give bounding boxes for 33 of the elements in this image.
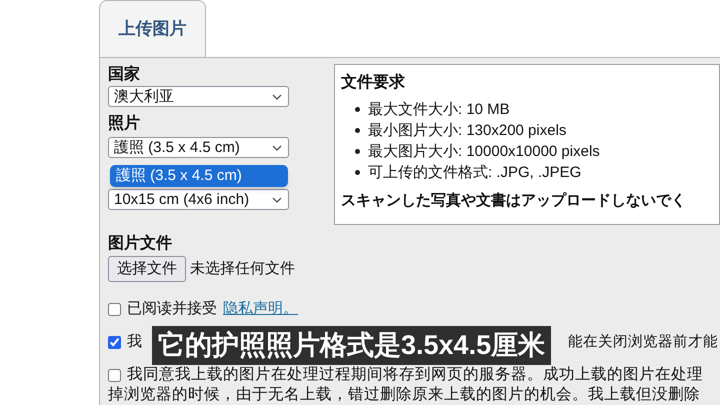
- bullet-icon: [355, 107, 360, 112]
- bullet-icon: [355, 149, 360, 154]
- dropdown-option[interactable]: 護照 (3.5 x 4.5 cm): [110, 165, 288, 187]
- bullet-icon: [355, 170, 360, 175]
- chevron-down-icon: [272, 94, 282, 100]
- bullet-icon: [355, 128, 360, 133]
- checkbox[interactable]: [108, 369, 121, 382]
- chevron-down-icon: [272, 144, 282, 150]
- checkbox[interactable]: [108, 336, 121, 349]
- consent-line: 我同意我上载的图片在处理过程期间将存到网页的服务器。成功上载的图片在处理: [127, 365, 703, 385]
- requirements-title: 文件要求: [341, 73, 406, 93]
- country-select[interactable]: 澳大利亚: [108, 86, 289, 107]
- consent-line: 掉浏览器的时候，由于无名上载，错过删除原来上载的图片的机会。我上载但没删除: [108, 385, 700, 405]
- choose-file-button[interactable]: 选择文件: [108, 256, 186, 282]
- file-status: 未选择任何文件: [190, 258, 295, 279]
- field-label: 照片: [108, 114, 141, 134]
- print-size-select[interactable]: 10x15 cm (4x6 inch): [108, 189, 289, 210]
- subtitle-caption: 它的护照照片格式是3.5x4.5厘米: [152, 326, 552, 365]
- privacy-link[interactable]: 隐私声明。: [223, 299, 298, 319]
- consent-text: 能在关闭浏览器前才能: [568, 333, 718, 352]
- consent-text: 我: [127, 332, 142, 352]
- chevron-down-icon: [272, 196, 282, 202]
- requirement-item: 最大图片大小: 10000x10000 pixels: [368, 142, 600, 162]
- field-label: 图片文件: [108, 233, 173, 254]
- consent-label: 已阅读并接受: [127, 299, 217, 319]
- requirement-item: 最大文件大小: 10 MB: [368, 100, 510, 120]
- photo-select[interactable]: 護照 (3.5 x 4.5 cm): [108, 137, 289, 158]
- upload-tab[interactable]: 上传图片: [99, 0, 206, 57]
- requirement-item: 最小图片大小: 130x200 pixels: [368, 121, 566, 141]
- scan-warning: スキャンした写真や文書はアップロードしないでく: [341, 191, 687, 211]
- field-label: 国家: [108, 64, 141, 85]
- requirement-item: 可上传的文件格式: .JPG, .JPEG: [368, 163, 582, 183]
- checkbox[interactable]: [108, 303, 121, 316]
